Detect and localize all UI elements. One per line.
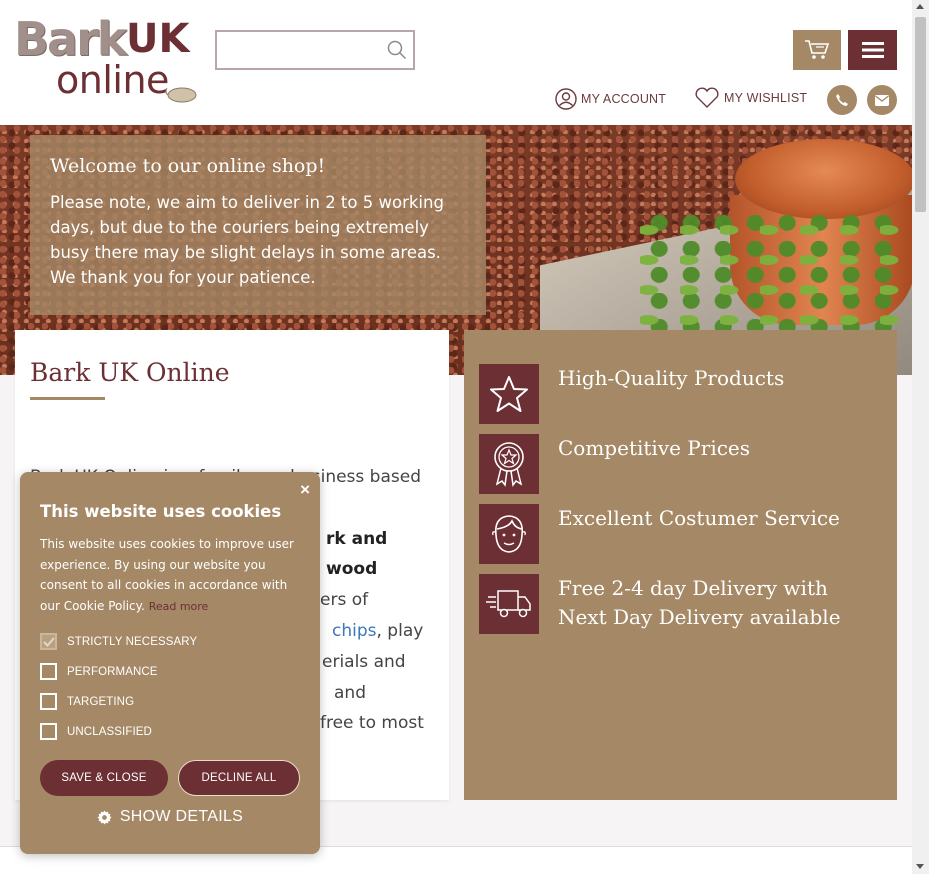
checkbox-label: TARGETING — [67, 695, 135, 708]
email-button[interactable] — [867, 85, 897, 115]
show-details-button[interactable]: SHOW DETAILS — [20, 808, 320, 826]
feature-text: Excellent Costumer Service — [558, 506, 840, 530]
award-badge-icon — [494, 442, 524, 487]
cookie-consent-dialog: × This website uses cookies This website… — [20, 472, 320, 854]
cookie-title: This website uses cookies — [40, 502, 282, 521]
search-icon[interactable] — [387, 40, 407, 60]
menu-button[interactable] — [848, 30, 897, 70]
scroll-up-arrow-icon[interactable] — [916, 4, 924, 9]
close-icon[interactable]: × — [300, 480, 310, 500]
feature-icon-box — [479, 364, 539, 424]
cart-button[interactable] — [793, 30, 841, 70]
delivery-truck-icon — [486, 590, 531, 618]
my-account-link[interactable]: MY ACCOUNT — [555, 88, 666, 110]
logo-uk-text: UK — [126, 16, 190, 62]
welcome-notice: Welcome to our online shop! Please note,… — [30, 135, 486, 315]
checkbox-label: PERFORMANCE — [67, 665, 158, 678]
checkbox[interactable] — [40, 693, 57, 710]
cookie-option-targeting[interactable]: TARGETING — [40, 693, 134, 710]
welcome-message: Please note, we aim to deliver in 2 to 5… — [50, 193, 444, 287]
cart-icon — [805, 40, 830, 59]
feature-item: Free 2-4 day Delivery with Next Day Deli… — [479, 574, 858, 634]
read-more-link[interactable]: Read more — [149, 600, 209, 613]
checkbox — [40, 633, 57, 650]
feature-text: Competitive Prices — [558, 436, 751, 460]
feature-icon-box — [479, 504, 539, 564]
checkbox[interactable] — [40, 663, 57, 680]
my-wishlist-label: MY WISHLIST — [724, 91, 808, 105]
cookie-option-strictly-necessary: STRICTLY NECESSARY — [40, 633, 197, 650]
my-wishlist-link[interactable]: MY WISHLIST — [694, 87, 807, 109]
scroll-thumb[interactable] — [915, 17, 926, 212]
phone-button[interactable] — [827, 85, 857, 115]
feature-text: High-Quality Products — [558, 366, 785, 390]
feature-icon-box — [479, 574, 539, 634]
feature-item: Excellent Costumer Service — [479, 504, 840, 564]
checkbox-label: UNCLASSIFIED — [67, 725, 152, 738]
search-box — [215, 30, 415, 70]
star-icon — [490, 376, 528, 412]
scroll-down-arrow-icon[interactable] — [916, 864, 924, 869]
cookie-option-performance[interactable]: PERFORMANCE — [40, 663, 158, 680]
intro-after-link: , play — [376, 620, 424, 641]
checkbox-label: STRICTLY NECESSARY — [67, 635, 198, 648]
site-header: Bark UK online MY ACCOUNT MY WISHLIST — [0, 0, 912, 125]
hamburger-menu-icon — [861, 42, 884, 58]
feature-item: Competitive Prices — [479, 434, 750, 494]
features-card: High-Quality Products Competitive Prices — [464, 330, 897, 800]
wood-chips-link[interactable]: chips — [332, 621, 377, 641]
checkbox[interactable] — [40, 723, 57, 740]
checkmark-icon — [42, 636, 55, 647]
feature-text: Free 2-4 day Delivery with Next Day Deli… — [558, 576, 841, 629]
cookie-option-unclassified[interactable]: UNCLASSIFIED — [40, 723, 152, 740]
mouse-icon — [165, 87, 197, 103]
feature-item: High-Quality Products — [479, 364, 784, 424]
welcome-title: Welcome to our online shop! — [50, 155, 326, 177]
save-close-button[interactable]: SAVE & CLOSE — [40, 760, 168, 796]
phone-icon — [836, 94, 848, 106]
logo-online-text: online — [56, 58, 169, 102]
intro-bold-text: rk and wood — [326, 528, 388, 580]
heart-icon — [695, 87, 719, 108]
title-underline — [30, 397, 105, 400]
search-input[interactable] — [221, 38, 381, 62]
my-account-label: MY ACCOUNT — [581, 92, 667, 106]
feature-icon-box — [479, 434, 539, 494]
gear-icon — [97, 809, 112, 825]
pot-image — [735, 139, 912, 219]
person-icon — [492, 515, 526, 553]
decline-all-button[interactable]: DECLINE ALL — [178, 760, 300, 796]
email-icon — [875, 94, 889, 106]
cookie-description: This website uses cookies to improve use… — [40, 534, 305, 617]
show-details-label: SHOW DETAILS — [119, 808, 244, 825]
plant-image — [640, 215, 900, 345]
intro-title: Bark UK Online — [30, 358, 230, 387]
page-scrollbar[interactable] — [912, 0, 929, 874]
site-logo[interactable]: Bark UK online — [14, 12, 199, 107]
user-icon — [555, 88, 577, 110]
